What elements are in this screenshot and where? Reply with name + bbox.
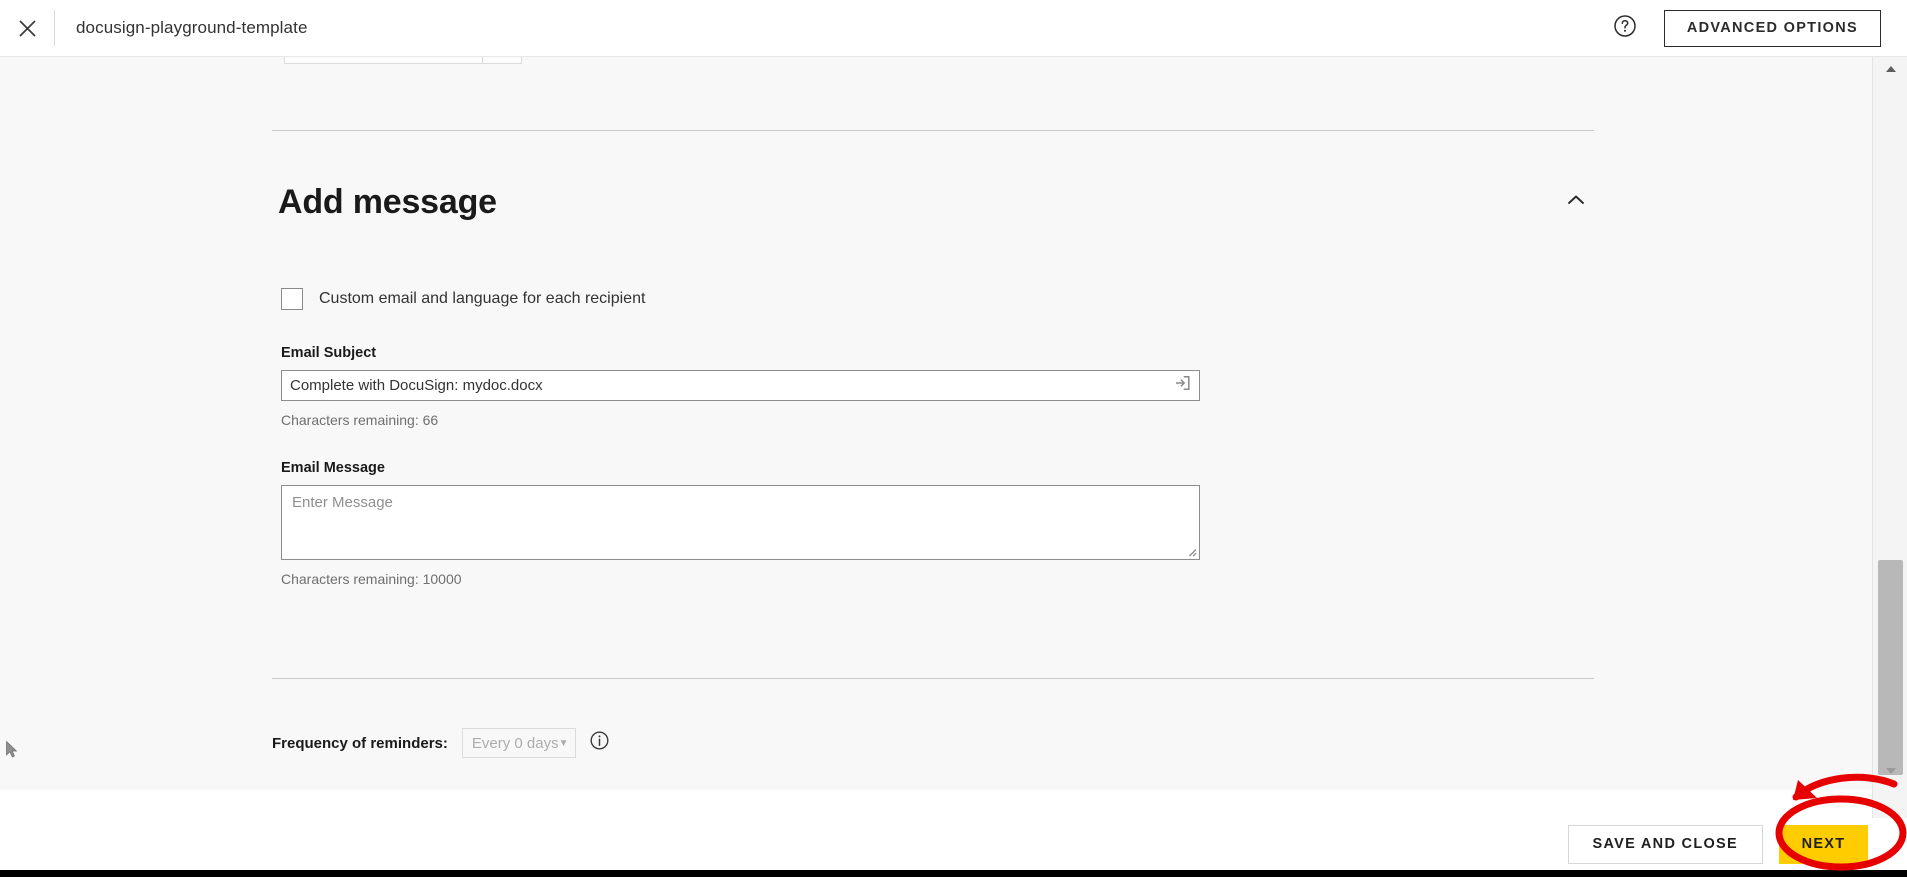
chevron-up-icon [1565, 189, 1587, 216]
section-divider-top [272, 130, 1594, 131]
page-title: Add message [278, 183, 497, 221]
email-subject-group: Email Subject Complete with DocuSign: my… [281, 345, 1396, 428]
add-message-section-header: Add message [278, 184, 1594, 220]
reminders-row: Frequency of reminders: Every 0 days ▼ [272, 728, 609, 758]
scroll-down-arrow-icon [1885, 762, 1897, 780]
reminders-label: Frequency of reminders: [272, 734, 448, 752]
docusign-send-envelope-page: docusign-playground-template ADVANCED OP… [0, 0, 1907, 877]
insert-field-icon [1174, 375, 1191, 397]
section-divider-bottom [272, 678, 1594, 679]
app-header: docusign-playground-template ADVANCED OP… [0, 0, 1907, 57]
scroll-down-button[interactable] [1873, 759, 1907, 783]
reminders-frequency-select[interactable]: Every 0 days ▼ [461, 728, 576, 758]
collapse-section-button[interactable] [1558, 184, 1594, 220]
email-message-group: Email Message Characters remaining: 1000… [281, 460, 1396, 587]
scroll-up-arrow-icon [1885, 60, 1897, 78]
vertical-scrollbar[interactable] [1872, 57, 1907, 818]
recipient-actions-row: ADD RECIPIENT ▼ [284, 57, 522, 64]
help-circle-icon [1613, 14, 1637, 43]
footer-action-bar: SAVE AND CLOSE NEXT [0, 818, 1907, 870]
email-subject-label: Email Subject [281, 345, 377, 361]
reminders-selected-value: Every 0 days [471, 734, 559, 752]
email-subject-input-wrap [281, 370, 1200, 401]
insert-field-button[interactable] [1173, 375, 1192, 397]
email-message-textarea[interactable] [281, 485, 1200, 560]
add-recipient-dropdown-button[interactable]: ▼ [482, 57, 522, 64]
document-title: docusign-playground-template [76, 18, 308, 37]
chevron-down-icon: ▼ [558, 737, 569, 749]
add-recipient-button[interactable]: ADD RECIPIENT [284, 57, 482, 64]
email-message-char-count: Characters remaining: 10000 [281, 571, 462, 587]
reminders-info-button[interactable] [590, 731, 609, 755]
header-actions: ADVANCED OPTIONS [1608, 9, 1907, 47]
scrollbar-thumb[interactable] [1878, 560, 1903, 775]
next-button[interactable]: NEXT [1779, 824, 1868, 864]
mouse-cursor [6, 740, 19, 759]
custom-email-checkbox-label: Custom email and language for each recip… [319, 290, 646, 307]
custom-email-checkbox[interactable] [281, 288, 303, 310]
close-icon [18, 19, 37, 38]
content-inner: ADD RECIPIENT ▼ + ADD SIGNER Add message [0, 57, 1872, 790]
save-and-close-button[interactable]: SAVE AND CLOSE [1567, 824, 1763, 864]
advanced-options-button[interactable]: ADVANCED OPTIONS [1663, 9, 1881, 47]
email-message-textarea-wrap [281, 485, 1200, 560]
add-message-form: Custom email and language for each recip… [281, 287, 1396, 587]
scroll-up-button[interactable] [1873, 57, 1907, 81]
close-button[interactable] [0, 0, 54, 56]
custom-email-checkbox-row[interactable]: Custom email and language for each recip… [281, 287, 645, 311]
main-content-scroll-area[interactable]: ADD RECIPIENT ▼ + ADD SIGNER Add message [0, 57, 1872, 790]
header-divider [54, 10, 55, 46]
email-subject-char-count: Characters remaining: 66 [281, 412, 439, 428]
help-button[interactable] [1608, 11, 1642, 45]
info-circle-icon [590, 731, 609, 755]
window-bottom-edge [0, 870, 1907, 877]
email-subject-input[interactable] [281, 370, 1200, 401]
email-message-label: Email Message [281, 460, 385, 476]
